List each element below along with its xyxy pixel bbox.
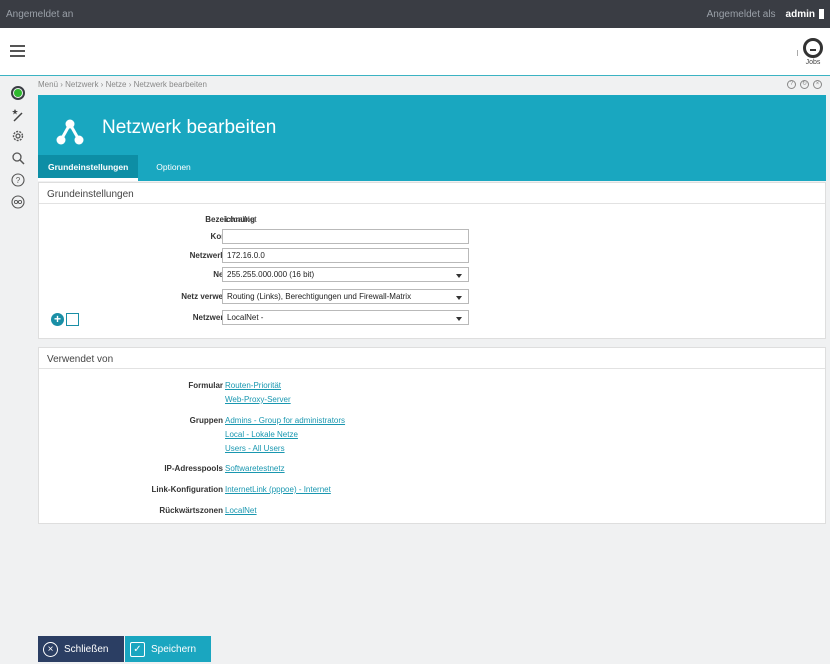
logged-in-as-label: Angemeldet als — [706, 8, 776, 20]
ip-pools-label: IP-Adresspools — [164, 464, 223, 473]
link-local-netze[interactable]: Local - Lokale Netze — [225, 430, 298, 439]
group-actions: + — [51, 313, 79, 326]
link-softwaretestnetz[interactable]: Softwaretestnetz — [225, 464, 285, 473]
search-icon[interactable] — [11, 151, 25, 165]
header-divider — [797, 50, 798, 56]
breadcrumb[interactable]: Menü › Netzwerk › Netze › Netzwerk bearb… — [38, 80, 207, 89]
adresse-row: Netzwerkadresse 172.16.0.0 — [39, 248, 825, 264]
go-icon[interactable] — [11, 195, 25, 209]
network-group-select[interactable]: LocalNet - — [222, 310, 469, 325]
reverse-zones-label: Rückwärtszonen — [159, 506, 223, 515]
top-bar: Angemeldet an Angemeldet als admin — [0, 0, 830, 28]
usage-select[interactable]: Routing (Links), Berechtigungen und Fire… — [222, 289, 469, 304]
kommentar-input[interactable] — [222, 229, 469, 244]
page-help-icon[interactable]: ? — [787, 80, 796, 89]
link-web-proxy-server[interactable]: Web-Proxy-Server — [225, 395, 291, 404]
page-actions: ? ↻ × — [787, 80, 822, 89]
jobs-icon — [803, 38, 823, 58]
formular-label: Formular — [188, 381, 223, 390]
page-hero: Netzwerk bearbeiten Grundeinstellungen O… — [38, 95, 826, 181]
user-menu[interactable]: admin — [786, 9, 824, 20]
user-icon — [819, 8, 824, 19]
bezeichnung-value: LocalNet — [225, 215, 257, 224]
tab-optionen[interactable]: Optionen — [146, 155, 201, 181]
wizard-icon[interactable] — [11, 108, 25, 122]
netmask-select[interactable]: 255.255.000.000 (16 bit) — [222, 267, 469, 282]
edit-icon[interactable] — [66, 313, 79, 326]
page-title: Netzwerk bearbeiten — [102, 117, 277, 138]
bezeichnung-row: Bezeichnung LocalNet — [39, 212, 825, 228]
used-by-section-title: Verwendet von — [47, 354, 114, 365]
close-page-icon[interactable]: × — [813, 80, 822, 89]
settings-panel: Grundeinstellungen Bezeichnung LocalNet … — [38, 182, 826, 339]
login-status: Angemeldet an — [6, 8, 74, 20]
link-localnet-zone[interactable]: LocalNet — [225, 506, 257, 515]
menu-icon[interactable] — [10, 45, 25, 57]
save-icon: ✓ — [130, 641, 145, 657]
kommentar-row: Kommentar — [39, 229, 825, 245]
svg-text:?: ? — [16, 176, 21, 185]
section-divider — [39, 368, 825, 369]
link-config-label: Link-Konfiguration — [151, 485, 223, 494]
jobs-label: Jobs — [805, 59, 821, 66]
status-online-icon[interactable] — [11, 86, 25, 100]
tab-grundeinstellungen[interactable]: Grundeinstellungen — [38, 155, 139, 181]
settings-gear-icon[interactable] — [11, 129, 25, 143]
section-divider — [39, 203, 825, 204]
user-name: admin — [785, 8, 815, 20]
netzmaske-row: Netzmaske 255.255.000.000 (16 bit) — [39, 267, 825, 283]
network-address-input[interactable]: 172.16.0.0 — [222, 248, 469, 263]
close-button-label: Schließen — [64, 643, 109, 655]
link-internetlink[interactable]: InternetLink (pppoe) - Internet — [225, 485, 331, 494]
verwenden-row: Netz verwenden für Routing (Links), Bere… — [39, 289, 825, 305]
link-admins-group[interactable]: Admins - Group for administrators — [225, 416, 345, 425]
link-users-all[interactable]: Users - All Users — [225, 444, 285, 453]
add-icon[interactable]: + — [51, 313, 64, 326]
gruppe-row: Netzwerkgruppe LocalNet - — [39, 310, 825, 326]
refresh-icon[interactable]: ↻ — [800, 80, 809, 89]
sidebar: ? — [0, 77, 36, 664]
settings-section-title: Grundeinstellungen — [47, 189, 134, 200]
save-button[interactable]: ✓ Speichern — [125, 636, 211, 662]
close-button[interactable]: × Schließen — [38, 636, 124, 662]
network-icon — [55, 116, 85, 146]
close-icon: × — [43, 641, 58, 657]
jobs-button[interactable]: Jobs — [802, 38, 824, 66]
gruppen-label: Gruppen — [189, 416, 223, 425]
help-icon[interactable]: ? — [11, 173, 25, 187]
used-by-panel: Verwendet von Formular Routen-Priorität … — [38, 347, 826, 524]
save-button-label: Speichern — [151, 643, 197, 655]
app-header: Jobs — [0, 28, 830, 76]
tab-bar: Grundeinstellungen Optionen — [38, 155, 201, 181]
link-routen-prioritaet[interactable]: Routen-Priorität — [225, 381, 281, 390]
